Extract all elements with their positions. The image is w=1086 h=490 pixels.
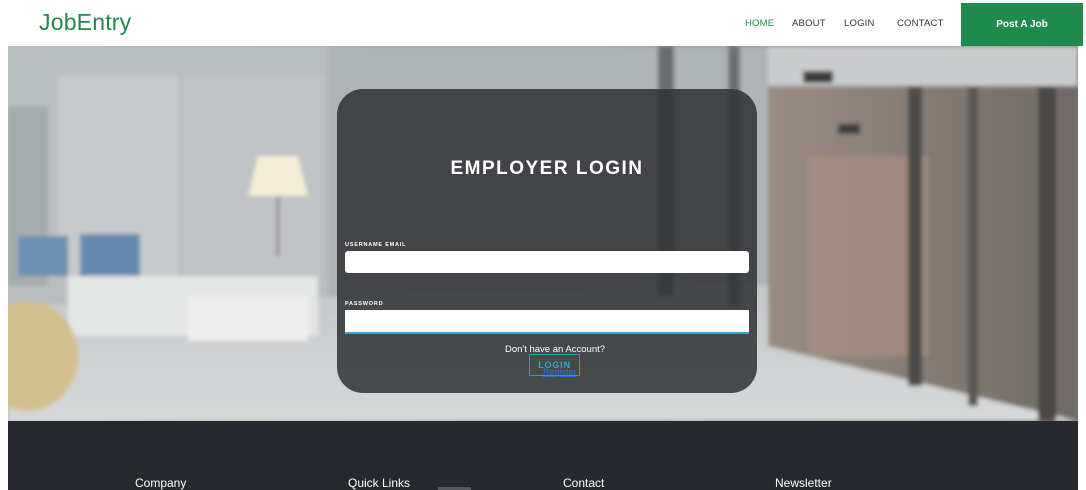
nav-links: HOME ABOUT LOGIN CONTACT bbox=[0, 0, 1086, 46]
username-email-input[interactable] bbox=[345, 251, 749, 273]
nav-contact-link[interactable]: CONTACT bbox=[897, 18, 944, 29]
username-email-label: USERNAME EMAIL bbox=[345, 242, 407, 248]
hero-section: EMPLOYER LOGIN USERNAME EMAIL PASSWORD L… bbox=[8, 46, 1078, 421]
nav-home-link[interactable]: HOME bbox=[745, 18, 774, 29]
footer-heading-quick-links: Quick Links bbox=[348, 476, 411, 490]
navbar: JobEntry HOME ABOUT LOGIN CONTACT Post A… bbox=[0, 0, 1086, 46]
post-a-job-button[interactable]: Post A Job bbox=[961, 3, 1083, 46]
employer-login-card: EMPLOYER LOGIN USERNAME EMAIL PASSWORD L… bbox=[337, 89, 757, 393]
password-label: PASSWORD bbox=[345, 301, 384, 307]
nav-about-link[interactable]: ABOUT bbox=[792, 18, 826, 29]
nav-login-link[interactable]: LOGIN bbox=[844, 18, 875, 29]
password-input[interactable] bbox=[345, 310, 749, 332]
register-link[interactable]: Register bbox=[543, 367, 577, 377]
login-title: EMPLOYER LOGIN bbox=[450, 158, 644, 179]
no-account-text: Don't have an Account? bbox=[504, 344, 606, 355]
footer-heading-company: Company bbox=[135, 476, 187, 490]
footer: Company Quick Links Contact Newsletter bbox=[8, 421, 1078, 490]
footer-heading-newsletter: Newsletter bbox=[775, 476, 832, 490]
footer-heading-contact: Contact bbox=[563, 476, 605, 490]
